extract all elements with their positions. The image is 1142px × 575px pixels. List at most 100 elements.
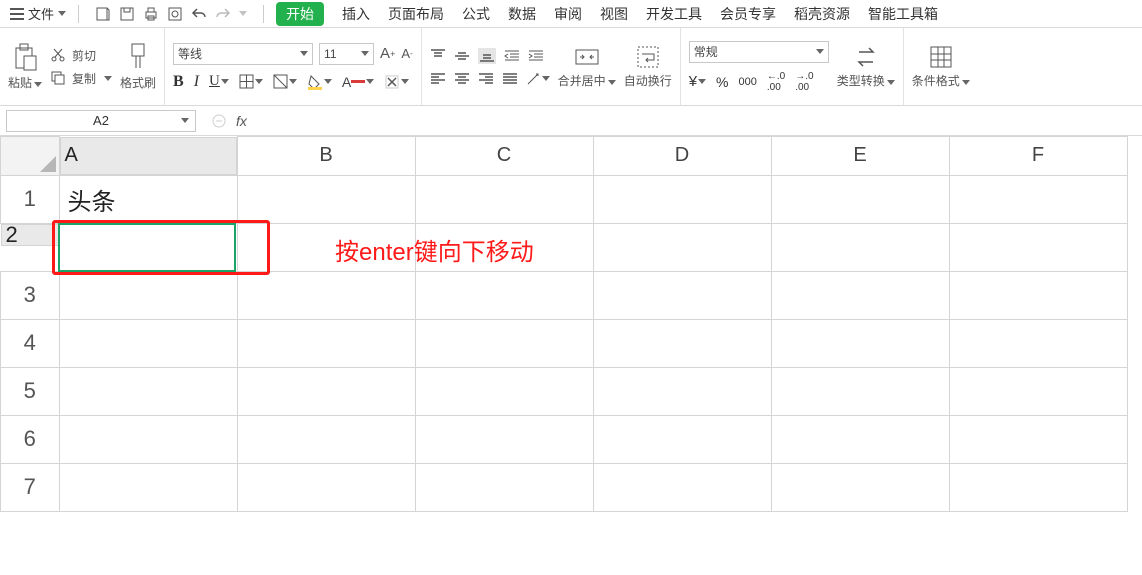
cut-button[interactable]: 剪切 (50, 47, 112, 64)
col-header-E[interactable]: E (771, 137, 949, 176)
cancel-fx-icon[interactable] (212, 114, 226, 128)
decrease-indent-icon[interactable] (504, 49, 520, 63)
cell-A1[interactable]: 头条 (59, 175, 237, 223)
cell-E6[interactable] (771, 415, 949, 463)
cell-F1[interactable] (949, 175, 1127, 223)
cell-D2[interactable] (593, 223, 771, 271)
redo-icon[interactable] (215, 7, 231, 21)
percent-icon[interactable]: % (716, 74, 728, 90)
row-header-7[interactable]: 7 (1, 463, 60, 511)
cell-C7[interactable] (415, 463, 593, 511)
save-icon[interactable] (119, 6, 135, 22)
cell-B3[interactable] (237, 271, 415, 319)
undo-icon[interactable] (191, 7, 207, 21)
cell-C6[interactable] (415, 415, 593, 463)
row-header-6[interactable]: 6 (1, 415, 60, 463)
cell-B7[interactable] (237, 463, 415, 511)
tab-view[interactable]: 视图 (600, 4, 628, 24)
comma-icon[interactable]: 000 (739, 76, 757, 88)
tab-start[interactable]: 开始 (276, 2, 324, 26)
underline-button[interactable]: U (209, 73, 229, 90)
tab-docer[interactable]: 稻壳资源 (794, 4, 850, 24)
cell-F3[interactable] (949, 271, 1127, 319)
cell-D5[interactable] (593, 367, 771, 415)
row-header-1[interactable]: 1 (1, 175, 60, 223)
formula-input[interactable] (257, 110, 1142, 132)
cell-F2[interactable] (949, 223, 1127, 271)
col-header-A[interactable]: A (60, 137, 237, 175)
cell-F5[interactable] (949, 367, 1127, 415)
select-all-corner[interactable] (1, 137, 60, 176)
italic-button[interactable]: I (194, 73, 199, 91)
wrap-button[interactable]: 自动换行 (624, 44, 672, 89)
shrink-font-icon[interactable]: A- (401, 46, 412, 61)
file-menu[interactable]: 文件 (4, 4, 72, 23)
align-right-icon[interactable] (478, 72, 494, 86)
cell-B1[interactable] (237, 175, 415, 223)
print-icon[interactable] (143, 6, 159, 22)
cell-E2[interactable] (771, 223, 949, 271)
cell-B4[interactable] (237, 319, 415, 367)
tab-member[interactable]: 会员专享 (720, 4, 776, 24)
cell-A4[interactable] (59, 319, 237, 367)
cell-A7[interactable] (59, 463, 237, 511)
new-icon[interactable] (95, 6, 111, 22)
worksheet-grid[interactable]: A B C D E F 1头条 2 3 4 5 6 7 按enter键向下移动 (0, 136, 1142, 512)
paste-button[interactable]: 粘贴 (8, 42, 42, 91)
cell-D1[interactable] (593, 175, 771, 223)
tab-smart[interactable]: 智能工具箱 (868, 4, 938, 24)
align-left-icon[interactable] (430, 72, 446, 86)
number-format-select[interactable]: 常规 (689, 41, 829, 63)
cell-C2[interactable] (415, 223, 593, 271)
decrease-decimal-icon[interactable]: →.0.00 (795, 71, 813, 93)
fill-color-button[interactable] (307, 74, 332, 90)
name-box[interactable]: A2 (6, 110, 196, 132)
row-header-3[interactable]: 3 (1, 271, 60, 319)
cell-F4[interactable] (949, 319, 1127, 367)
orientation-icon[interactable] (526, 72, 550, 86)
cell-A5[interactable] (59, 367, 237, 415)
currency-icon[interactable]: ¥ (689, 73, 706, 90)
col-header-D[interactable]: D (593, 137, 771, 176)
cell-A2[interactable] (59, 223, 237, 271)
col-header-B[interactable]: B (237, 137, 415, 176)
cell-E5[interactable] (771, 367, 949, 415)
cond-format-button[interactable]: 条件格式 (912, 44, 970, 89)
align-bottom-icon[interactable] (478, 48, 496, 64)
tab-data[interactable]: 数据 (508, 4, 536, 24)
cell-E7[interactable] (771, 463, 949, 511)
increase-decimal-icon[interactable]: ←.0.00 (767, 71, 785, 93)
clear-format-button[interactable] (384, 74, 409, 90)
cell-F6[interactable] (949, 415, 1127, 463)
border-button[interactable] (239, 74, 263, 89)
row-header-2[interactable]: 2 (1, 224, 59, 246)
cell-D3[interactable] (593, 271, 771, 319)
type-convert-button[interactable]: 类型转换 (837, 44, 895, 89)
align-middle-icon[interactable] (454, 49, 470, 63)
cell-C5[interactable] (415, 367, 593, 415)
align-top-icon[interactable] (430, 49, 446, 63)
format-painter-button[interactable]: 格式刷 (120, 42, 156, 91)
cell-E1[interactable] (771, 175, 949, 223)
col-header-F[interactable]: F (949, 137, 1127, 176)
tab-page-layout[interactable]: 页面布局 (388, 4, 444, 24)
cell-D7[interactable] (593, 463, 771, 511)
cell-F7[interactable] (949, 463, 1127, 511)
cell-D4[interactable] (593, 319, 771, 367)
col-header-C[interactable]: C (415, 137, 593, 176)
cell-A6[interactable] (59, 415, 237, 463)
align-center-icon[interactable] (454, 72, 470, 86)
cell-D6[interactable] (593, 415, 771, 463)
font-name-select[interactable]: 等线 (173, 43, 313, 65)
font-size-select[interactable]: 11 (319, 43, 374, 65)
row-header-4[interactable]: 4 (1, 319, 60, 367)
tab-review[interactable]: 审阅 (554, 4, 582, 24)
tab-dev[interactable]: 开发工具 (646, 4, 702, 24)
cell-B2[interactable] (237, 223, 415, 271)
fx-icon[interactable]: fx (236, 113, 247, 129)
cell-A3[interactable] (59, 271, 237, 319)
tab-formula[interactable]: 公式 (462, 4, 490, 24)
chevron-down-icon[interactable] (239, 11, 247, 16)
grow-font-icon[interactable]: A+ (380, 45, 395, 62)
fill-effect-button[interactable] (273, 74, 297, 89)
